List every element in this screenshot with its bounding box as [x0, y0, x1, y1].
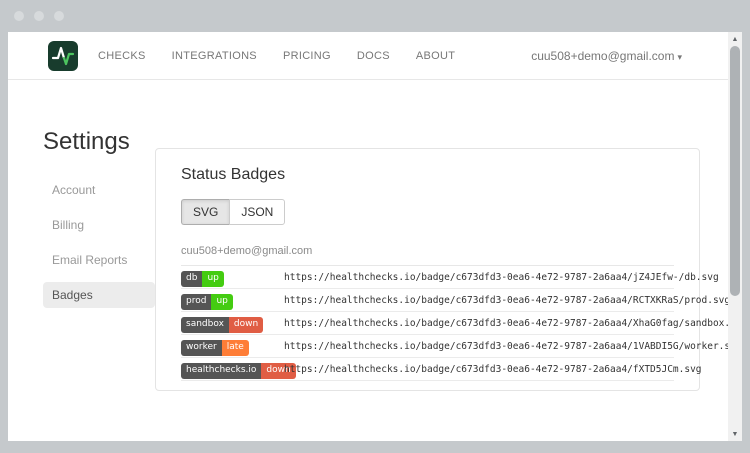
badge-url[interactable]: https://healthchecks.io/badge/c673dfd3-0…	[284, 318, 742, 329]
scroll-up-icon[interactable]: ▲	[728, 32, 742, 46]
badge-row: produphttps://healthchecks.io/badge/c673…	[181, 289, 674, 312]
badge-image-cell: workerlate	[181, 336, 284, 356]
format-tab-json[interactable]: JSON	[229, 199, 285, 225]
badge-row: healthchecks.iodownhttps://healthchecks.…	[181, 358, 674, 381]
pulse-icon	[48, 41, 78, 71]
format-toggle-group: SVGJSON	[181, 199, 285, 225]
status-badge: dbup	[181, 271, 224, 287]
badge-url[interactable]: https://healthchecks.io/badge/c673dfd3-0…	[284, 341, 742, 352]
badge-image-cell: dbup	[181, 267, 284, 287]
badge-row: workerlatehttps://healthchecks.io/badge/…	[181, 335, 674, 358]
card-title: Status Badges	[181, 166, 674, 184]
account-email: cuu508+demo@gmail.com	[531, 49, 674, 63]
sidebar-item-account[interactable]: Account	[43, 177, 155, 203]
badge-list: dbuphttps://healthchecks.io/badge/c673df…	[181, 266, 674, 381]
nav-link-checks[interactable]: CHECKS	[98, 50, 146, 62]
badge-name: healthchecks.io	[181, 363, 261, 379]
scroll-down-icon[interactable]: ▼	[728, 427, 742, 441]
browser-title-bar	[0, 0, 750, 32]
status-badge: sandboxdown	[181, 317, 263, 333]
badge-group-label: cuu508+demo@gmail.com	[181, 245, 674, 266]
badge-url[interactable]: https://healthchecks.io/badge/c673dfd3-0…	[284, 295, 730, 306]
badge-name: sandbox	[181, 317, 229, 333]
status-badge: produp	[181, 294, 233, 310]
nav-link-integrations[interactable]: INTEGRATIONS	[172, 50, 257, 62]
window-dot[interactable]	[14, 11, 24, 21]
window-dot[interactable]	[34, 11, 44, 21]
status-badges-card: Status Badges SVGJSON cuu508+demo@gmail.…	[155, 148, 700, 391]
sidebar-item-billing[interactable]: Billing	[43, 212, 155, 238]
nav-links: CHECKS INTEGRATIONS PRICING DOCS ABOUT	[98, 50, 455, 62]
nav-link-about[interactable]: ABOUT	[416, 50, 455, 62]
sidebar-item-badges[interactable]: Badges	[43, 282, 155, 308]
status-badge: healthchecks.iodown	[181, 363, 296, 379]
account-menu[interactable]: cuu508+demo@gmail.com▾	[531, 49, 682, 63]
nav-link-pricing[interactable]: PRICING	[283, 50, 331, 62]
healthchecks-logo-icon[interactable]	[48, 41, 78, 71]
window-control-dots	[14, 11, 64, 21]
chevron-down-icon: ▾	[677, 52, 682, 62]
badge-status: late	[222, 340, 249, 356]
badge-image-cell: sandboxdown	[181, 313, 284, 333]
badge-name: prod	[181, 294, 211, 310]
badge-status: up	[202, 271, 223, 287]
badge-row: sandboxdownhttps://healthchecks.io/badge…	[181, 312, 674, 335]
badge-name: worker	[181, 340, 222, 356]
format-tab-svg[interactable]: SVG	[181, 199, 229, 225]
top-navbar: CHECKS INTEGRATIONS PRICING DOCS ABOUT cuu50…	[8, 32, 728, 80]
badge-image-cell: produp	[181, 290, 284, 310]
badge-url[interactable]: https://healthchecks.io/badge/c673dfd3-0…	[284, 272, 719, 283]
status-badge: workerlate	[181, 340, 249, 356]
scrollbar-thumb[interactable]	[730, 46, 740, 296]
badge-url[interactable]: https://healthchecks.io/badge/c673dfd3-0…	[284, 364, 702, 375]
badge-status: down	[229, 317, 263, 333]
page: CHECKS INTEGRATIONS PRICING DOCS ABOUT cuu50…	[8, 32, 742, 441]
settings-sidebar: Account Billing Email Reports Badges	[43, 177, 155, 317]
badge-row: dbuphttps://healthchecks.io/badge/c673df…	[181, 266, 674, 289]
window-dot[interactable]	[54, 11, 64, 21]
badge-status: up	[211, 294, 232, 310]
nav-link-docs[interactable]: DOCS	[357, 50, 390, 62]
page-title: Settings	[43, 128, 130, 156]
vertical-scrollbar[interactable]: ▲ ▼	[728, 32, 742, 441]
badge-name: db	[181, 271, 202, 287]
badge-image-cell: healthchecks.iodown	[181, 359, 284, 379]
sidebar-item-email-reports[interactable]: Email Reports	[43, 247, 155, 273]
